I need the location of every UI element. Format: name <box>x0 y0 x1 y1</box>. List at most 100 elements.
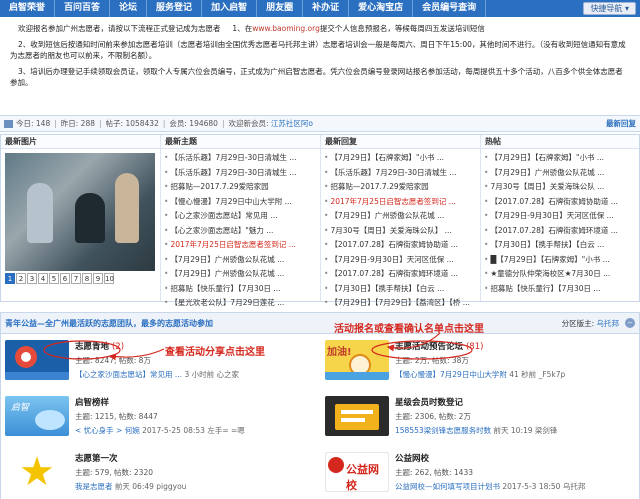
notice-paragraph-2: 2、收到短信后按通知时间前来参加志愿者培训（志愿者培训由全国优秀志愿者马托邦主讲… <box>10 40 626 60</box>
forum-public-school[interactable]: 公益网校 公益网校 主题: 262, 帖数: 1433 公益网校—如何填写项目计… <box>321 446 639 499</box>
forum-thumb[interactable]: ★ <box>5 452 69 492</box>
forum-last-post[interactable]: 公益网校—如何填写项目计划书 <box>395 482 500 491</box>
forum-name[interactable]: 志愿青地 <box>75 342 109 352</box>
hot-post-item[interactable]: • 【7月30日】【携手帮扶】【白云 ... <box>484 238 636 253</box>
welcome-label: 欢迎新会员: <box>228 119 269 128</box>
forum-activity-preview[interactable]: 加油! 志愿活动预告论坛 (81) 主题: 2万, 帖数: 38万 【慢心慢漫】… <box>321 334 639 388</box>
nav-item-member-query[interactable]: 会员编号查询 <box>413 0 487 17</box>
pager-page[interactable]: 8 <box>82 273 92 284</box>
notice-step1-prefix: 1、在 <box>232 24 253 33</box>
forum-section-header: 青年公益—全广州最活跃的志愿团队，最多的志愿活动参加 分区版主: 乌托邦 − <box>0 312 640 334</box>
forum-stats: 主题: 2306, 帖数: 2万 <box>395 412 471 421</box>
reply-item[interactable]: • 【2017.07.28】石牌街家姆协助道 ... <box>324 238 477 253</box>
forum-last-post[interactable]: 我是志愿者 <box>75 482 113 491</box>
reply-item[interactable]: • 招募贴—2017.7.29爱陪家园 <box>324 180 477 195</box>
replies-column: 最新回复 • 【7月29日】【石牌家姆】"小书 ... • 【乐活乐趣】7月29日-3… <box>321 135 481 307</box>
forum-last-time: 41 秒前 _F5k7p <box>509 370 566 379</box>
forum-thumb[interactable]: 加油! <box>325 340 389 380</box>
forum-name[interactable]: 志愿第一次 <box>75 454 118 464</box>
hot-post-item[interactable]: • 【2017.07.28】石牌街家姆协助道 ... <box>484 195 636 210</box>
forum-thumb[interactable] <box>5 340 69 380</box>
topic-item[interactable]: • 【心之家沙面志愿站】常见用 ... <box>164 209 317 224</box>
reply-item[interactable]: • 【7月29日】【石牌家姆】"小书 ... <box>324 151 477 166</box>
topic-item[interactable]: • 【7月29日】广州骄傲公队花城 ... <box>164 253 317 268</box>
topic-item[interactable]: • 招募贴—2017.7.29爱陪家园 <box>164 180 317 195</box>
pager-page[interactable]: 10 <box>104 273 114 284</box>
forum-name[interactable]: 志愿活动预告论坛 <box>395 342 463 352</box>
forum-name[interactable]: 星级会员时数登记 <box>395 398 463 408</box>
hot-post-item[interactable]: • █【7月29日】【石牌家姆】"小书 ... <box>484 253 636 268</box>
forum-thumb[interactable] <box>325 396 389 436</box>
pager-page[interactable]: 1 <box>5 273 15 284</box>
forum-name[interactable]: 启智榜样 <box>75 398 109 408</box>
forum-last-post[interactable]: 【慢心慢漫】7月29日中山大学附 <box>395 370 507 379</box>
nav-item-join[interactable]: 加入启智 <box>202 0 258 17</box>
forum-star-member-hours[interactable]: 星级会员时数登记 主题: 2306, 帖数: 2万 158553梁剑锋志愿服务时… <box>321 390 639 444</box>
forum-stats: 主题: 262, 帖数: 1433 <box>395 468 473 477</box>
reply-item[interactable]: • 【7月30日】【携手帮扶】【白云 ... <box>324 282 477 297</box>
forum-first-time[interactable]: ★ 志愿第一次 主题: 579, 帖数: 2320 我是志愿者 前天 06:49… <box>1 446 319 499</box>
forum-thumb[interactable]: 启智 <box>5 396 69 436</box>
pager-page[interactable]: 6 <box>60 273 70 284</box>
pager-page[interactable]: 7 <box>71 273 81 284</box>
baoming-link[interactable]: www.baoming.org <box>252 24 320 33</box>
topic-item[interactable]: • 【慢心慢漫】7月29日中山大学附 ... <box>164 195 317 210</box>
topic-item[interactable]: • 【乐活乐趣】7月29日-30日清城生 ... <box>164 166 317 181</box>
pager-page[interactable]: 9 <box>93 273 103 284</box>
nav-item-honor[interactable]: 启智荣誉 <box>0 0 56 17</box>
reply-item[interactable]: • 【2017.07.28】石牌街家姆环境道 ... <box>324 267 477 282</box>
hot-post-item[interactable]: • 7月30号【周日】关爱海珠公队 ... <box>484 180 636 195</box>
nav-item-shop[interactable]: 爱心淘宝店 <box>349 0 414 17</box>
topic-item[interactable]: • 2017年7月25日启智志愿者签到记 ... <box>164 238 317 253</box>
forum-stats: 主题: 579, 帖数: 2320 <box>75 468 153 477</box>
forum-new-count: (81) <box>465 342 484 352</box>
topic-item[interactable]: • 【星光欢老公队】7月29日莲花 ... <box>164 296 317 311</box>
forum-section-title[interactable]: 青年公益—全广州最活跃的志愿团队，最多的志愿活动参加 <box>5 318 213 329</box>
pager-page[interactable]: 3 <box>27 273 37 284</box>
hot-post-item[interactable]: • 【2017.07.28】石牌街家姆环境道 ... <box>484 224 636 239</box>
pager-page[interactable]: 2 <box>16 273 26 284</box>
reply-item[interactable]: • 【7月29日】广州骄傲公队花城 ... <box>324 209 477 224</box>
annotation-signup: 活动报名或查看确认名单点击这里 <box>334 324 484 335</box>
nav-item-forum[interactable]: 论坛 <box>110 0 148 17</box>
topic-item[interactable]: • 招募贴【快乐童行】【7月30日 ... <box>164 282 317 297</box>
hot-post-item[interactable]: • 【7月29日】广州骄傲公队花城 ... <box>484 166 636 181</box>
forum-name[interactable]: 公益网校 <box>395 454 429 464</box>
hot-post-item[interactable]: • ★童德分队仲荣海校区★7月30日 ... <box>484 267 636 282</box>
forum-last-post[interactable]: 【心之家沙面志愿站】常见用 ... <box>75 370 182 379</box>
reply-item[interactable]: • 【7月29日-9月30日】天河区低保 ... <box>324 253 477 268</box>
nav-item-friends[interactable]: 朋友圈 <box>257 0 304 17</box>
quick-nav-button[interactable]: 快捷导航 ▾ <box>583 2 636 15</box>
replies-column-head: 最新回复 <box>321 135 480 149</box>
topic-item[interactable]: • 【心之家沙面志愿站】"魅力 ... <box>164 224 317 239</box>
topic-item[interactable]: • 【乐活乐趣】7月29日-30日清城生 ... <box>164 151 317 166</box>
nav-item-service-register[interactable]: 服务登记 <box>147 0 203 17</box>
forum-stats: 主题: 2万, 帖数: 38万 <box>395 356 469 365</box>
forum-thumb[interactable]: 公益网校 <box>325 452 389 492</box>
stat-today: 今日: 148 <box>16 119 51 128</box>
hot-post-item[interactable]: • 【7月29日-9月30日】天河区低保 ... <box>484 209 636 224</box>
new-member-link[interactable]: 江苏社区阿o <box>271 118 313 129</box>
forum-last-post[interactable]: < 忧心身手 > 何婉 <box>75 426 140 435</box>
reply-item[interactable]: • 【7月29日】【7月29日】【荔湾区】【桥 ... <box>324 296 477 311</box>
reply-item[interactable]: • 【乐活乐趣】7月29日-30日清城生 ... <box>324 166 477 181</box>
latest-photo[interactable] <box>5 153 155 271</box>
collapse-icon[interactable]: − <box>625 318 635 328</box>
pager-page[interactable]: 5 <box>49 273 59 284</box>
reply-item[interactable]: • 2017年7月25日启智志愿者签到记 ... <box>324 195 477 210</box>
forum-last-post[interactable]: 158553梁剑锋志愿服务时数 <box>395 426 491 435</box>
hot-post-item[interactable]: • 招募贴【快乐童行】【7月30日 ... <box>484 282 636 297</box>
topic-item[interactable]: • 【7月29日】广州骄傲公队花城 ... <box>164 267 317 282</box>
stats-icon <box>4 119 13 128</box>
notice-paragraph-3: 3、培训后办理登记手续领取会员证，领取个人专属六位会员编号，正式成为广州启智志愿… <box>10 67 623 87</box>
latest-replies-link[interactable]: 最新回复 <box>606 118 636 129</box>
forum-volunteer-ground[interactable]: 志愿青地 (2) 主题: 8247, 帖数: 8万 【心之家沙面志愿站】常见用 … <box>1 334 319 388</box>
reply-item[interactable]: • 7月30号【周日】关爱海珠公队】 ... <box>324 224 477 239</box>
pager-page[interactable]: 4 <box>38 273 48 284</box>
section-moderator-link[interactable]: 乌托邦 <box>597 319 620 328</box>
nav-item-card-reissue[interactable]: 补办证 <box>303 0 350 17</box>
nav-item-faq[interactable]: 百问百答 <box>55 0 111 17</box>
hot-post-item[interactable]: • 【7月29日】【石牌家姆】"小书 ... <box>484 151 636 166</box>
forum-role-models[interactable]: 启智 启智榜样 主题: 1215, 帖数: 8447 < 忧心身手 > 何婉 2… <box>1 390 319 444</box>
hot-list: • 【7月29日】【石牌家姆】"小书 ... • 【7月29日】广州骄傲公队花城 ..… <box>481 149 639 296</box>
